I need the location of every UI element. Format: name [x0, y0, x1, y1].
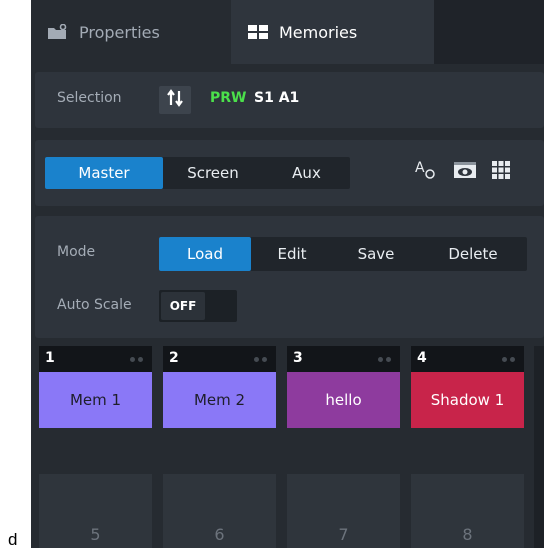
memory-cell[interactable]: 3 hello — [287, 346, 400, 428]
empty-memory-slot[interactable]: 7 — [287, 474, 400, 548]
bus-master-button[interactable]: Master — [45, 157, 163, 189]
swap-arrows-icon — [166, 89, 184, 111]
tab-properties[interactable]: Properties — [31, 0, 231, 64]
text-style-icon[interactable]: A — [415, 159, 437, 185]
memory-cell[interactable]: 1 Mem 1 — [39, 346, 152, 428]
auto-scale-label: Auto Scale — [57, 297, 132, 313]
empty-memory-slot[interactable]: 6 — [163, 474, 276, 548]
memory-grid: 1 Mem 1 2 Mem 2 3 hello 4 Shadow 1 5 6 7… — [39, 346, 539, 548]
bus-tools: A — [415, 160, 511, 184]
memory-cell[interactable]: 2 Mem 2 — [163, 346, 276, 428]
bus-aux-button[interactable]: Aux — [263, 157, 350, 189]
status-dots-icon — [378, 357, 392, 362]
mode-delete-button[interactable]: Delete — [419, 237, 527, 271]
status-dots-icon — [502, 357, 516, 362]
memory-cell-header: 2 — [163, 346, 276, 372]
selection-target: PRW — [210, 90, 247, 106]
empty-memory-slot[interactable]: 8 — [411, 474, 524, 548]
stray-text: d — [8, 530, 18, 548]
empty-memory-slot[interactable]: 5 — [39, 474, 152, 548]
memories-panel: Properties Memories Selection PRW S1 A1 … — [31, 0, 544, 548]
svg-text:A: A — [415, 160, 425, 176]
memory-name: Mem 1 — [39, 372, 152, 428]
mode-selector: Load Edit Save Delete — [159, 237, 527, 271]
slot-number: 6 — [214, 525, 225, 544]
preview-eye-icon[interactable] — [453, 159, 477, 185]
slot-number: 5 — [90, 525, 101, 544]
mode-load-button[interactable]: Load — [159, 237, 251, 271]
memory-name: Shadow 1 — [411, 372, 524, 428]
memory-name: hello — [287, 372, 400, 428]
memory-number: 2 — [169, 350, 179, 366]
slot-number: 8 — [462, 525, 473, 544]
bus-selector: Master Screen Aux — [45, 157, 350, 189]
scroll-track[interactable] — [534, 346, 544, 548]
tab-memories-label: Memories — [279, 22, 358, 42]
mode-save-button[interactable]: Save — [333, 237, 419, 271]
folder-settings-icon — [47, 23, 69, 40]
tab-memories[interactable]: Memories — [231, 0, 434, 64]
grid-layout-icon — [247, 24, 269, 40]
memory-number: 1 — [45, 350, 55, 366]
auto-scale-value: OFF — [161, 292, 205, 320]
status-dots-icon — [130, 357, 144, 362]
memory-name: Mem 2 — [163, 372, 276, 428]
mode-section: Mode Load Edit Save Delete Auto Scale OF… — [35, 216, 544, 338]
bus-screen-button[interactable]: Screen — [163, 157, 263, 189]
memory-cell[interactable]: 4 Shadow 1 — [411, 346, 524, 428]
mode-edit-button[interactable]: Edit — [251, 237, 333, 271]
grid-icon[interactable] — [491, 160, 511, 184]
selection-label: Selection — [57, 90, 122, 106]
bus-section: Master Screen Aux A — [35, 140, 544, 206]
selection-section: Selection PRW S1 A1 — [35, 72, 544, 128]
memory-cell-header: 3 — [287, 346, 400, 372]
memory-number: 3 — [293, 350, 303, 366]
status-dots-icon — [254, 357, 268, 362]
selection-slot: S1 A1 — [254, 90, 300, 106]
swap-button[interactable] — [159, 86, 191, 114]
tab-properties-label: Properties — [79, 22, 160, 42]
memory-cell-header: 1 — [39, 346, 152, 372]
auto-scale-toggle[interactable]: OFF — [159, 290, 237, 322]
memory-cell-header: 4 — [411, 346, 524, 372]
tab-bar: Properties Memories — [31, 0, 544, 64]
slot-number: 7 — [338, 525, 349, 544]
memory-number: 4 — [417, 350, 427, 366]
mode-label: Mode — [57, 244, 96, 260]
